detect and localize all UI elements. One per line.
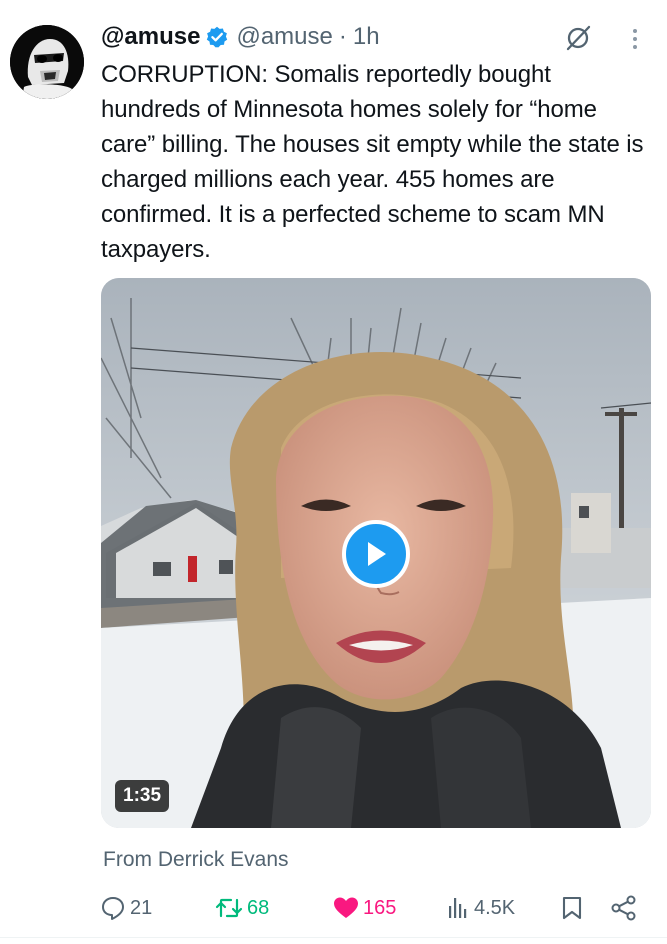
- user-handle[interactable]: @amuse: [236, 23, 332, 51]
- views-button[interactable]: 4.5K: [446, 888, 515, 928]
- views-count: 4.5K: [474, 896, 516, 919]
- like-count: 165: [363, 896, 397, 919]
- grok-button[interactable]: [563, 23, 593, 53]
- more-icon: [633, 29, 637, 49]
- grok-icon: [566, 25, 591, 51]
- tweet-actions: 21 68 165 4.5K: [0, 888, 667, 928]
- reply-count: 21: [130, 896, 153, 919]
- verified-badge-icon: [206, 26, 228, 48]
- reply-icon: [100, 895, 126, 921]
- stormtrooper-avatar-image: [10, 25, 84, 99]
- share-button[interactable]: [610, 888, 642, 928]
- divider: [0, 937, 667, 938]
- reply-button[interactable]: 21: [100, 888, 152, 928]
- video-source[interactable]: From Derrick Evans: [103, 848, 289, 872]
- bookmark-icon: [561, 895, 583, 921]
- avatar[interactable]: [10, 25, 84, 99]
- more-button[interactable]: [625, 24, 645, 54]
- video-player[interactable]: 1:35: [101, 278, 651, 828]
- share-icon: [610, 895, 638, 921]
- video-duration: 1:35: [115, 780, 170, 812]
- tweet[interactable]: @amuse @amuse · 1h CORRUPTION: Somalis r…: [0, 0, 667, 944]
- repost-button[interactable]: 68: [215, 888, 269, 928]
- repost-count: 68: [247, 896, 270, 919]
- tweet-text: CORRUPTION: Somalis reportedly bought hu…: [101, 61, 644, 263]
- like-button[interactable]: 165: [333, 888, 396, 928]
- display-name[interactable]: @amuse: [101, 23, 200, 51]
- play-button[interactable]: [342, 520, 410, 588]
- play-icon: [368, 542, 386, 566]
- bookmark-button[interactable]: [561, 888, 587, 928]
- heart-icon: [333, 896, 359, 920]
- timestamp[interactable]: 1h: [353, 23, 380, 51]
- views-icon: [446, 896, 470, 920]
- repost-icon: [215, 895, 243, 921]
- tweet-header: @amuse @amuse · 1h: [101, 20, 380, 54]
- separator-dot: ·: [338, 23, 347, 50]
